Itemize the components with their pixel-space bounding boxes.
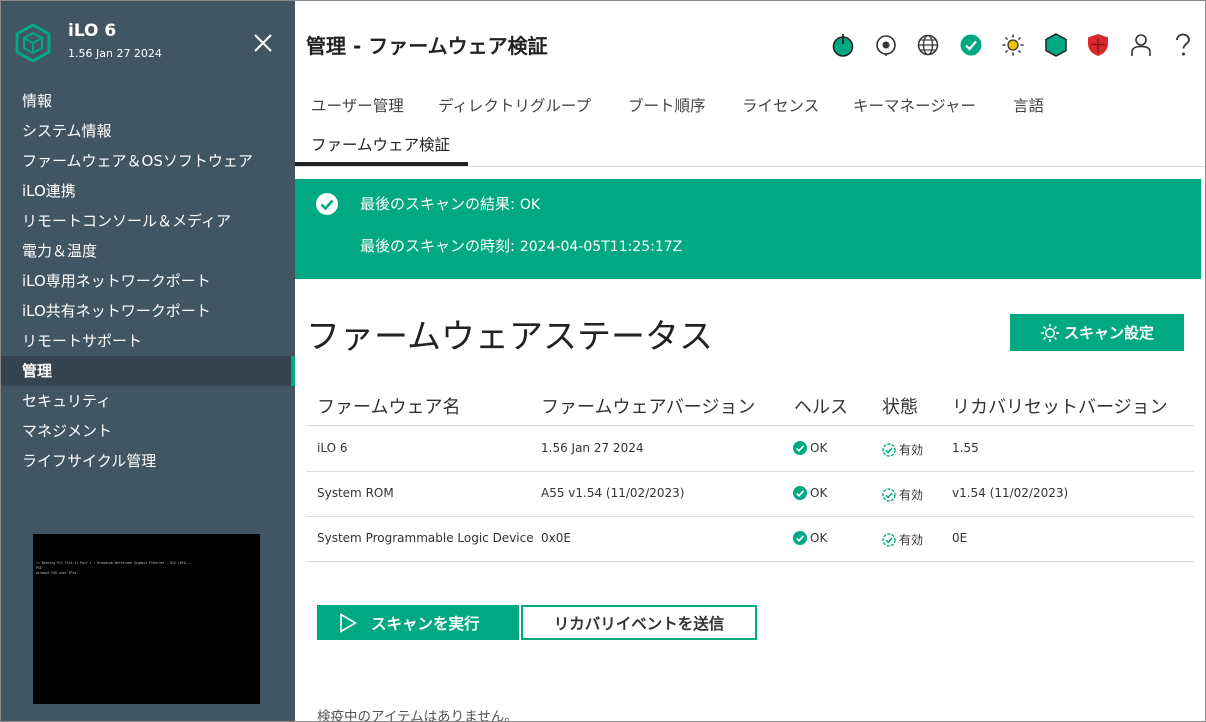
state-value: 有効 <box>899 488 924 502</box>
health-value: OK <box>810 441 828 455</box>
sidebar-item-ilo-federation[interactable]: iLO連携 <box>1 176 295 206</box>
last-scan-time-label: 最後のスキャンの時刻: <box>360 237 516 255</box>
ilo-logo-icon <box>15 24 51 62</box>
uid-light-icon[interactable] <box>999 31 1027 59</box>
table-row: System ROM A55 v1.54 (11/02/2023) OK 有効 … <box>306 472 1195 517</box>
recovery-set-version: v1.54 (11/02/2023) <box>952 486 1069 500</box>
sidebar: iLO 6 1.56 Jan 27 2024 情報 システム情報 ファームウェア… <box>1 1 295 721</box>
enabled-badge-icon <box>882 532 896 547</box>
remote-console-thumbnail[interactable]: >> Booting PCI Slot 21 Port 1 : Broadcom… <box>33 534 260 704</box>
firmware-version: 0x0E <box>541 531 571 545</box>
sidebar-item-system-information[interactable]: システム情報 <box>1 116 295 146</box>
location-icon[interactable] <box>872 31 900 59</box>
state-value: 有効 <box>899 443 924 457</box>
col-recovery-set-version: リカバリセットバージョン <box>952 397 1168 418</box>
scan-settings-label: スキャン設定 <box>1063 324 1154 342</box>
sidebar-item-remote-support[interactable]: リモートサポート <box>1 326 295 356</box>
tab-user-administration[interactable]: ユーザー管理 <box>311 94 404 116</box>
help-icon[interactable] <box>1169 31 1197 59</box>
sidebar-item-lifecycle-management[interactable]: ライフサイクル管理 <box>1 446 295 476</box>
col-state: 状態 <box>882 397 918 418</box>
tab-bar: ユーザー管理 ディレクトリグループ ブート順序 ライセンス キーマネージャー 言… <box>295 87 1205 167</box>
firmware-name: System ROM <box>317 486 394 500</box>
state-cell: 有効 <box>882 486 923 503</box>
security-alert-icon[interactable] <box>1084 31 1112 59</box>
health-cell: OK <box>793 441 827 455</box>
sidebar-nav: 情報 システム情報 ファームウェア＆OSソフトウェア iLO連携 リモートコンソ… <box>1 86 295 476</box>
run-scan-label: スキャンを実行 <box>371 614 480 633</box>
col-firmware-name: ファームウェア名 <box>317 397 461 418</box>
health-ok-icon <box>793 486 807 500</box>
recovery-set-version: 1.55 <box>952 441 979 455</box>
state-cell: 有効 <box>882 441 923 458</box>
user-icon[interactable] <box>1127 31 1155 59</box>
globe-icon[interactable] <box>914 31 942 59</box>
sidebar-item-security[interactable]: セキュリティ <box>1 386 295 416</box>
tab-licensing[interactable]: ライセンス <box>742 94 819 116</box>
play-icon <box>340 612 357 633</box>
scan-settings-button[interactable]: スキャン設定 <box>1010 314 1184 351</box>
health-ok-icon <box>793 531 807 545</box>
power-icon[interactable] <box>829 31 857 59</box>
security-shield-icon[interactable] <box>1042 31 1070 59</box>
health-ok-icon <box>793 441 807 455</box>
tab-key-manager[interactable]: キーマネージャー <box>853 94 976 116</box>
header-toolbar <box>829 31 1205 59</box>
firmware-name: iLO 6 <box>317 441 348 455</box>
active-tab-indicator <box>295 162 468 166</box>
check-circle-icon <box>316 193 338 215</box>
app-window: iLO 6 1.56 Jan 27 2024 情報 システム情報 ファームウェア… <box>0 0 1206 722</box>
health-ok-icon[interactable] <box>957 31 985 59</box>
sidebar-item-shared-network-port[interactable]: iLO共有ネットワークポート <box>1 296 295 326</box>
sidebar-item-management[interactable]: マネジメント <box>1 416 295 446</box>
last-scan-result-value: OK <box>519 197 541 213</box>
gear-icon <box>1040 323 1059 342</box>
firmware-name: System Programmable Logic Device <box>317 531 534 545</box>
tab-firmware-verification[interactable]: ファームウェア検証 <box>311 133 450 155</box>
sidebar-item-information[interactable]: 情報 <box>1 86 295 116</box>
main-content: 管理 - ファームウェア検証 ユーザー管理 ディレクトリグループ ブート順序 ラ… <box>295 1 1205 722</box>
recovery-set-version: 0E <box>952 531 968 545</box>
close-icon[interactable] <box>251 31 275 55</box>
last-scan-time: 最後のスキャンの時刻: 2024-04-05T11:25:17Z <box>360 235 682 256</box>
table-row: System Programmable Logic Device 0x0E OK… <box>306 517 1195 562</box>
enabled-badge-icon <box>882 442 896 457</box>
health-value: OK <box>810 531 828 545</box>
state-cell: 有効 <box>882 531 923 548</box>
product-title: iLO 6 <box>68 21 117 41</box>
sidebar-item-dedicated-network-port[interactable]: iLO専用ネットワークポート <box>1 266 295 296</box>
console-line: Attempt PXE over IPv4. <box>36 571 79 575</box>
col-firmware-version: ファームウェアバージョン <box>541 397 756 418</box>
health-cell: OK <box>793 531 827 545</box>
tab-directory-groups[interactable]: ディレクトリグループ <box>438 94 591 116</box>
enabled-badge-icon <box>882 487 896 502</box>
firmware-version: 1.56 Jan 27 2024 <box>541 441 644 455</box>
tab-boot-order[interactable]: ブート順序 <box>628 94 706 116</box>
sidebar-item-administration[interactable]: 管理 <box>1 356 295 386</box>
product-version: 1.56 Jan 27 2024 <box>68 47 162 60</box>
state-value: 有効 <box>899 533 924 547</box>
last-scan-result: 最後のスキャンの結果: OK <box>360 193 540 214</box>
firmware-version: A55 v1.54 (11/02/2023) <box>541 486 685 500</box>
last-scan-time-value: 2024-04-05T11:25:17Z <box>519 239 683 255</box>
quarantine-status-text: 検疫中のアイテムはありません。 <box>317 709 518 722</box>
sidebar-item-power-thermal[interactable]: 電力＆温度 <box>1 236 295 266</box>
sidebar-item-remote-console-media[interactable]: リモートコンソール＆メディア <box>1 206 295 236</box>
tab-language[interactable]: 言語 <box>1013 94 1044 116</box>
send-recovery-event-button[interactable]: リカバリイベントを送信 <box>521 605 757 640</box>
col-health: ヘルス <box>794 397 848 418</box>
section-title: ファームウェアステータス <box>306 317 713 357</box>
health-cell: OK <box>793 486 827 500</box>
table-row: iLO 6 1.56 Jan 27 2024 OK 有効 1.55 <box>306 427 1195 472</box>
last-scan-result-label: 最後のスキャンの結果: <box>360 195 516 213</box>
run-scan-button[interactable]: スキャンを実行 <box>317 605 519 640</box>
table-header: ファームウェア名 ファームウェアバージョン ヘルス 状態 リカバリセットバージョ… <box>306 382 1195 426</box>
page-title: 管理 - ファームウェア検証 <box>306 34 548 58</box>
sidebar-item-firmware-os-software[interactable]: ファームウェア＆OSソフトウェア <box>1 146 295 176</box>
health-value: OK <box>810 486 828 500</box>
scan-status-banner: 最後のスキャンの結果: OK 最後のスキャンの時刻: 2024-04-05T11… <box>295 179 1201 279</box>
